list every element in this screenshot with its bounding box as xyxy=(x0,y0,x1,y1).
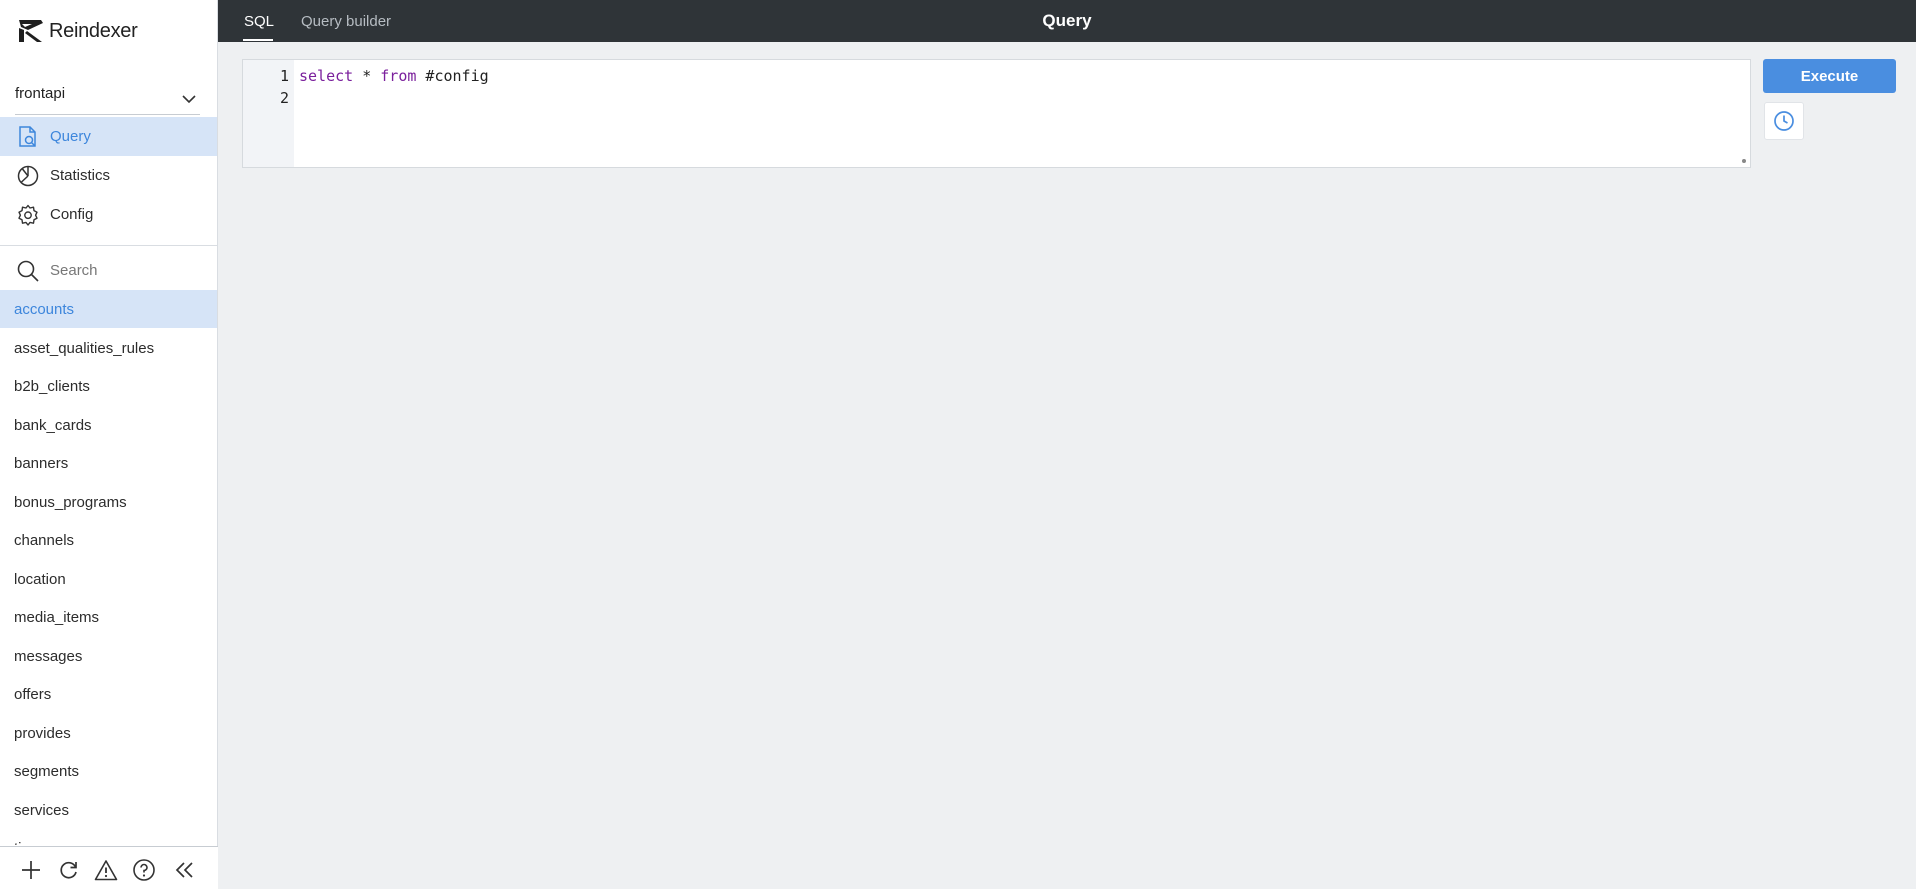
sidebar-item-config[interactable]: Config xyxy=(0,195,217,234)
plus-icon xyxy=(22,861,40,879)
namespace-item[interactable]: location xyxy=(0,560,217,598)
sidebar-item-label: Query xyxy=(50,128,91,145)
namespace-item[interactable]: ti xyxy=(0,829,217,846)
namespace-item[interactable]: services xyxy=(0,791,217,829)
add-namespace-button[interactable] xyxy=(18,857,44,883)
code-line: select * from #config xyxy=(299,67,489,85)
clock-icon xyxy=(1774,111,1794,131)
namespace-item[interactable]: accounts xyxy=(0,290,217,328)
divider xyxy=(0,245,218,246)
sidebar: Reindexer frontapi Query Statistics Conf… xyxy=(0,0,218,889)
search-input[interactable] xyxy=(50,258,210,282)
namespace-item[interactable]: bank_cards xyxy=(0,406,217,444)
refresh-button[interactable] xyxy=(56,857,82,883)
query-history-button[interactable] xyxy=(1764,102,1804,140)
namespace-search xyxy=(0,252,218,288)
sidebar-footer xyxy=(0,846,218,889)
top-bar: SQL Query builder Query xyxy=(218,0,1916,42)
namespace-item[interactable]: offers xyxy=(0,675,217,713)
sql-token: #config xyxy=(416,67,489,85)
query-icon xyxy=(19,126,36,147)
execute-button[interactable]: Execute xyxy=(1763,59,1896,93)
sql-token: * xyxy=(353,67,381,85)
tab-sql[interactable]: SQL xyxy=(244,0,274,42)
namespace-item[interactable]: banners xyxy=(0,444,217,482)
namespace-item[interactable]: bonus_programs xyxy=(0,483,217,521)
database-select-value: frontapi xyxy=(15,85,66,102)
sidebar-item-statistics[interactable]: Statistics xyxy=(0,156,217,195)
help-icon xyxy=(133,859,155,881)
line-number: 1 xyxy=(279,67,289,85)
collapse-icon xyxy=(175,862,193,878)
page-title: Query xyxy=(1042,11,1092,30)
logo[interactable]: Reindexer xyxy=(16,16,138,46)
editor-resize-handle[interactable] xyxy=(1742,159,1746,163)
sql-keyword: select xyxy=(299,67,354,85)
namespace-item[interactable]: channels xyxy=(0,521,217,559)
reindexer-logo-icon xyxy=(19,20,43,42)
namespace-item[interactable]: segments xyxy=(0,752,217,790)
namespace-item[interactable]: b2b_clients xyxy=(0,367,217,405)
gear-icon xyxy=(18,204,38,226)
line-number: 2 xyxy=(279,89,289,107)
warnings-button[interactable] xyxy=(93,857,119,883)
help-button[interactable] xyxy=(131,857,157,883)
sidebar-item-query[interactable]: Query xyxy=(0,117,217,156)
sql-keyword: from xyxy=(380,67,417,85)
sql-editor[interactable]: 1 2 select * from #config xyxy=(242,59,1751,168)
warning-icon xyxy=(94,860,118,881)
namespace-item[interactable]: provides xyxy=(0,714,217,752)
namespace-item[interactable]: messages xyxy=(0,637,217,675)
refresh-icon xyxy=(60,861,77,879)
search-icon xyxy=(17,260,39,282)
sidebar-item-label: Statistics xyxy=(50,167,111,184)
chevron-down-icon xyxy=(182,95,196,104)
namespace-list: accounts asset_qualities_rules b2b_clien… xyxy=(0,290,218,845)
active-tab-indicator xyxy=(243,39,273,41)
statistics-icon xyxy=(17,165,39,187)
database-select[interactable]: frontapi xyxy=(15,83,200,115)
sidebar-item-label: Config xyxy=(50,206,94,223)
namespace-item[interactable]: media_items xyxy=(0,598,217,636)
tab-query-builder[interactable]: Query builder xyxy=(301,0,391,42)
collapse-sidebar-button[interactable] xyxy=(171,857,197,883)
line-number-gutter: 1 2 xyxy=(243,60,294,167)
app-name: Reindexer xyxy=(49,19,138,42)
namespace-item[interactable]: asset_qualities_rules xyxy=(0,329,217,367)
